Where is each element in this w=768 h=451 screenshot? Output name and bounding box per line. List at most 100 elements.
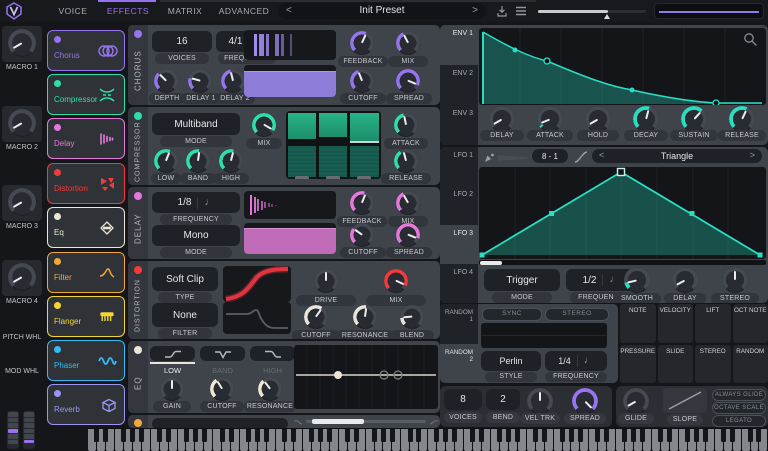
delay-frequency-value[interactable]: 1/8 ♩ <box>152 192 240 213</box>
comp-band-handle[interactable] <box>295 176 309 179</box>
mod-source-octnote[interactable]: OCT NOTE <box>732 304 768 343</box>
piano-black-key[interactable] <box>684 429 690 442</box>
piano-black-key[interactable] <box>666 429 672 442</box>
comp-lower-band[interactable] <box>319 146 347 177</box>
menu-icon[interactable] <box>515 6 527 16</box>
tab-effects[interactable]: EFFECTS <box>100 0 156 22</box>
preset-browser[interactable]: < Init Preset > <box>278 3 486 19</box>
eq-gain-knob[interactable] <box>160 377 184 401</box>
fx-item-chorus[interactable]: Chorus <box>47 30 125 71</box>
compressor-release-knob[interactable] <box>394 149 418 173</box>
piano-black-key[interactable] <box>505 429 511 442</box>
piano-black-key[interactable] <box>568 429 574 442</box>
piano-black-key[interactable] <box>121 429 127 442</box>
smooth-mode-icon[interactable] <box>574 151 588 163</box>
piano-black-key[interactable] <box>470 429 476 442</box>
filter-dropdown-partial[interactable] <box>152 418 288 428</box>
eq-band-label[interactable]: BAND <box>200 366 245 375</box>
comp-upper-band[interactable] <box>319 113 347 137</box>
comp-lower-band[interactable] <box>350 146 379 177</box>
random-stereo-button[interactable]: STEREO <box>545 308 609 321</box>
lfo-grid-selector[interactable]: 8 - 1 <box>532 149 568 163</box>
macro2-knob[interactable] <box>8 109 36 137</box>
mod-source-stereo[interactable]: STEREO <box>695 344 731 383</box>
glide-knob[interactable] <box>623 388 649 414</box>
piano-keyboard[interactable] <box>88 428 768 451</box>
env-attack-knob[interactable] <box>537 106 563 132</box>
piano-black-key[interactable] <box>604 429 610 442</box>
filter-enable-dot[interactable] <box>134 419 142 427</box>
piano-black-key[interactable] <box>496 429 502 442</box>
piano-black-key[interactable] <box>479 429 485 442</box>
chorus-spread-knob[interactable] <box>396 69 420 93</box>
paint-brush-icon[interactable] <box>483 152 495 164</box>
phaser-power-dot[interactable] <box>54 346 61 353</box>
env-decay-knob[interactable] <box>633 106 659 132</box>
piano-black-key[interactable] <box>693 429 699 442</box>
mod-wheel[interactable] <box>23 411 35 449</box>
comp-upper-band[interactable] <box>288 113 316 139</box>
fx-item-delay[interactable]: Delay <box>47 118 125 159</box>
piano-black-key[interactable] <box>183 429 189 442</box>
always-glide-button[interactable]: ALWAYS GLIDE <box>712 389 766 401</box>
slope-display[interactable] <box>663 388 707 413</box>
comp-upper-band[interactable] <box>350 113 379 143</box>
piano-black-key[interactable] <box>541 429 547 442</box>
save-preset-icon[interactable] <box>496 5 508 17</box>
eq-zoom-slider-thumb[interactable] <box>312 419 364 424</box>
piano-black-key[interactable] <box>640 429 646 442</box>
compressor-bands-viz[interactable] <box>286 111 381 179</box>
fx-item-flanger[interactable]: Flanger <box>47 296 125 337</box>
mod-source-note[interactable]: NOTE <box>620 304 656 343</box>
piano-black-key[interactable] <box>702 429 708 442</box>
volume-slider[interactable] <box>538 10 646 13</box>
delay-mix-knob[interactable] <box>396 191 420 215</box>
piano-black-key[interactable] <box>255 429 261 442</box>
distortion-cutoff-knob[interactable] <box>304 305 328 329</box>
voices-value[interactable]: 8 <box>444 389 482 410</box>
preset-name[interactable]: Init Preset <box>278 5 486 16</box>
piano-black-key[interactable] <box>344 429 350 442</box>
pitch-wheel[interactable] <box>7 411 19 449</box>
envelope-display[interactable] <box>479 28 766 105</box>
piano-black-key[interactable] <box>452 429 458 442</box>
bend-value[interactable]: 2 <box>486 389 520 410</box>
piano-black-key[interactable] <box>130 429 136 442</box>
piano-black-key[interactable] <box>201 429 207 442</box>
random-display[interactable] <box>481 323 607 348</box>
piano-black-key[interactable] <box>389 429 395 442</box>
piano-black-key[interactable] <box>407 429 413 442</box>
prev-shape-icon[interactable]: < <box>599 150 604 160</box>
comp-band-handle[interactable] <box>326 176 340 179</box>
delay-filter-viz[interactable] <box>244 223 336 254</box>
piano-black-key[interactable] <box>192 429 198 442</box>
lfo-stereo-knob[interactable] <box>722 267 748 293</box>
fx-item-reverb[interactable]: Reverb <box>47 384 125 425</box>
env-delay-knob[interactable] <box>489 106 515 132</box>
voice-spread-knob[interactable] <box>572 388 598 414</box>
piano-black-key[interactable] <box>309 429 315 442</box>
piano-black-key[interactable] <box>443 429 449 442</box>
comp-lower-band[interactable] <box>288 146 316 177</box>
piano-black-key[interactable] <box>246 429 252 442</box>
piano-black-key[interactable] <box>622 429 628 442</box>
lfo-scrollbar-thumb[interactable] <box>480 260 502 265</box>
lfo-mode-dropdown[interactable]: Trigger <box>484 269 560 291</box>
distortion-mix-knob[interactable] <box>384 269 408 293</box>
mod-source-slide[interactable]: SLIDE <box>657 344 693 383</box>
env-release-knob[interactable] <box>729 106 755 132</box>
distortion-filter-dropdown[interactable]: None <box>152 303 218 327</box>
lfo-smooth-knob[interactable] <box>624 267 650 293</box>
lfo-scrollbar[interactable] <box>479 260 766 265</box>
eq-high-band-button[interactable] <box>250 346 295 361</box>
piano-black-key[interactable] <box>631 429 637 442</box>
macro4-knob[interactable] <box>8 263 36 291</box>
piano-black-key[interactable] <box>318 429 324 442</box>
piano-black-key[interactable] <box>747 429 753 442</box>
tab-lfo2[interactable]: LFO 2 <box>440 186 478 225</box>
distortion-curve-viz[interactable] <box>223 266 291 302</box>
next-preset-icon[interactable]: > <box>472 5 478 16</box>
mod-source-random[interactable]: RANDOM <box>732 344 768 383</box>
random-sync-button[interactable]: SYNC <box>482 308 542 321</box>
delay-cutoff-knob[interactable] <box>350 223 374 247</box>
